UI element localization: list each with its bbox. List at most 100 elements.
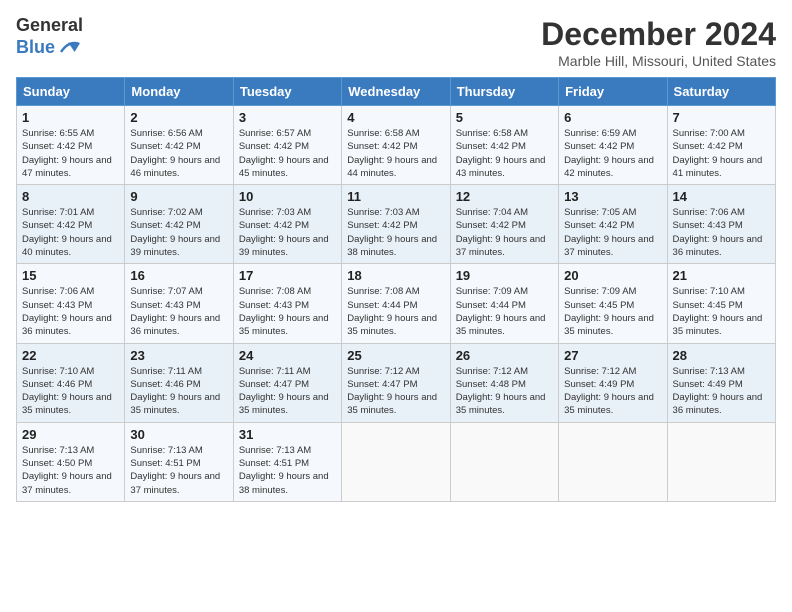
day-number: 16 [130, 268, 227, 283]
calendar-day-cell: 30 Sunrise: 7:13 AM Sunset: 4:51 PM Dayl… [125, 422, 233, 501]
logo-blue-text: Blue [16, 38, 55, 58]
day-info: Sunrise: 7:08 AM Sunset: 4:43 PM Dayligh… [239, 285, 336, 338]
day-info: Sunrise: 7:08 AM Sunset: 4:44 PM Dayligh… [347, 285, 444, 338]
day-info: Sunrise: 7:03 AM Sunset: 4:42 PM Dayligh… [239, 206, 336, 259]
location-text: Marble Hill, Missouri, United States [541, 53, 776, 69]
calendar-day-cell [559, 422, 667, 501]
day-number: 15 [22, 268, 119, 283]
day-number: 18 [347, 268, 444, 283]
day-info: Sunrise: 7:09 AM Sunset: 4:45 PM Dayligh… [564, 285, 661, 338]
calendar-day-cell: 23 Sunrise: 7:11 AM Sunset: 4:46 PM Dayl… [125, 343, 233, 422]
calendar-header-row: SundayMondayTuesdayWednesdayThursdayFrid… [17, 78, 776, 106]
day-info: Sunrise: 7:13 AM Sunset: 4:51 PM Dayligh… [239, 444, 336, 497]
calendar-day-cell: 21 Sunrise: 7:10 AM Sunset: 4:45 PM Dayl… [667, 264, 775, 343]
day-info: Sunrise: 7:03 AM Sunset: 4:42 PM Dayligh… [347, 206, 444, 259]
calendar-day-cell: 19 Sunrise: 7:09 AM Sunset: 4:44 PM Dayl… [450, 264, 558, 343]
calendar-day-cell: 5 Sunrise: 6:58 AM Sunset: 4:42 PM Dayli… [450, 106, 558, 185]
page-header: General Blue December 2024 Marble Hill, … [16, 16, 776, 69]
day-number: 6 [564, 110, 661, 125]
calendar-day-cell: 1 Sunrise: 6:55 AM Sunset: 4:42 PM Dayli… [17, 106, 125, 185]
calendar-day-cell: 12 Sunrise: 7:04 AM Sunset: 4:42 PM Dayl… [450, 185, 558, 264]
day-info: Sunrise: 7:04 AM Sunset: 4:42 PM Dayligh… [456, 206, 553, 259]
logo: General Blue [16, 16, 83, 60]
day-number: 28 [673, 348, 770, 363]
calendar-week-row: 8 Sunrise: 7:01 AM Sunset: 4:42 PM Dayli… [17, 185, 776, 264]
day-number: 10 [239, 189, 336, 204]
calendar-day-cell: 22 Sunrise: 7:10 AM Sunset: 4:46 PM Dayl… [17, 343, 125, 422]
calendar-day-cell: 27 Sunrise: 7:12 AM Sunset: 4:49 PM Dayl… [559, 343, 667, 422]
calendar-day-cell: 2 Sunrise: 6:56 AM Sunset: 4:42 PM Dayli… [125, 106, 233, 185]
day-info: Sunrise: 7:13 AM Sunset: 4:50 PM Dayligh… [22, 444, 119, 497]
day-number: 12 [456, 189, 553, 204]
day-number: 17 [239, 268, 336, 283]
day-info: Sunrise: 6:55 AM Sunset: 4:42 PM Dayligh… [22, 127, 119, 180]
calendar-body: 1 Sunrise: 6:55 AM Sunset: 4:42 PM Dayli… [17, 106, 776, 502]
day-info: Sunrise: 7:11 AM Sunset: 4:47 PM Dayligh… [239, 365, 336, 418]
logo-general-text: General [16, 16, 83, 36]
day-of-week-header: Thursday [450, 78, 558, 106]
day-info: Sunrise: 7:00 AM Sunset: 4:42 PM Dayligh… [673, 127, 770, 180]
day-number: 25 [347, 348, 444, 363]
day-number: 31 [239, 427, 336, 442]
calendar-day-cell [450, 422, 558, 501]
day-info: Sunrise: 7:06 AM Sunset: 4:43 PM Dayligh… [22, 285, 119, 338]
day-number: 19 [456, 268, 553, 283]
calendar-day-cell: 9 Sunrise: 7:02 AM Sunset: 4:42 PM Dayli… [125, 185, 233, 264]
day-info: Sunrise: 7:13 AM Sunset: 4:49 PM Dayligh… [673, 365, 770, 418]
calendar-day-cell: 25 Sunrise: 7:12 AM Sunset: 4:47 PM Dayl… [342, 343, 450, 422]
calendar-day-cell: 17 Sunrise: 7:08 AM Sunset: 4:43 PM Dayl… [233, 264, 341, 343]
logo-icon [57, 36, 81, 60]
day-number: 24 [239, 348, 336, 363]
day-info: Sunrise: 7:10 AM Sunset: 4:46 PM Dayligh… [22, 365, 119, 418]
day-of-week-header: Sunday [17, 78, 125, 106]
day-number: 23 [130, 348, 227, 363]
day-number: 8 [22, 189, 119, 204]
day-of-week-header: Wednesday [342, 78, 450, 106]
calendar-day-cell: 7 Sunrise: 7:00 AM Sunset: 4:42 PM Dayli… [667, 106, 775, 185]
title-section: December 2024 Marble Hill, Missouri, Uni… [541, 16, 776, 69]
calendar-day-cell: 13 Sunrise: 7:05 AM Sunset: 4:42 PM Dayl… [559, 185, 667, 264]
calendar-day-cell: 4 Sunrise: 6:58 AM Sunset: 4:42 PM Dayli… [342, 106, 450, 185]
calendar-day-cell: 18 Sunrise: 7:08 AM Sunset: 4:44 PM Dayl… [342, 264, 450, 343]
day-number: 1 [22, 110, 119, 125]
calendar-day-cell: 11 Sunrise: 7:03 AM Sunset: 4:42 PM Dayl… [342, 185, 450, 264]
day-info: Sunrise: 7:11 AM Sunset: 4:46 PM Dayligh… [130, 365, 227, 418]
day-number: 27 [564, 348, 661, 363]
day-number: 5 [456, 110, 553, 125]
day-info: Sunrise: 7:01 AM Sunset: 4:42 PM Dayligh… [22, 206, 119, 259]
calendar-week-row: 1 Sunrise: 6:55 AM Sunset: 4:42 PM Dayli… [17, 106, 776, 185]
day-number: 13 [564, 189, 661, 204]
calendar-day-cell [667, 422, 775, 501]
day-of-week-header: Tuesday [233, 78, 341, 106]
calendar-week-row: 22 Sunrise: 7:10 AM Sunset: 4:46 PM Dayl… [17, 343, 776, 422]
day-info: Sunrise: 7:13 AM Sunset: 4:51 PM Dayligh… [130, 444, 227, 497]
day-of-week-header: Saturday [667, 78, 775, 106]
calendar-week-row: 15 Sunrise: 7:06 AM Sunset: 4:43 PM Dayl… [17, 264, 776, 343]
day-number: 7 [673, 110, 770, 125]
day-info: Sunrise: 7:10 AM Sunset: 4:45 PM Dayligh… [673, 285, 770, 338]
day-info: Sunrise: 7:02 AM Sunset: 4:42 PM Dayligh… [130, 206, 227, 259]
calendar-day-cell: 8 Sunrise: 7:01 AM Sunset: 4:42 PM Dayli… [17, 185, 125, 264]
day-info: Sunrise: 7:12 AM Sunset: 4:47 PM Dayligh… [347, 365, 444, 418]
day-info: Sunrise: 7:05 AM Sunset: 4:42 PM Dayligh… [564, 206, 661, 259]
day-number: 3 [239, 110, 336, 125]
calendar-table: SundayMondayTuesdayWednesdayThursdayFrid… [16, 77, 776, 502]
day-info: Sunrise: 6:58 AM Sunset: 4:42 PM Dayligh… [347, 127, 444, 180]
day-info: Sunrise: 7:12 AM Sunset: 4:48 PM Dayligh… [456, 365, 553, 418]
calendar-day-cell: 24 Sunrise: 7:11 AM Sunset: 4:47 PM Dayl… [233, 343, 341, 422]
calendar-day-cell: 10 Sunrise: 7:03 AM Sunset: 4:42 PM Dayl… [233, 185, 341, 264]
day-info: Sunrise: 6:58 AM Sunset: 4:42 PM Dayligh… [456, 127, 553, 180]
day-info: Sunrise: 6:57 AM Sunset: 4:42 PM Dayligh… [239, 127, 336, 180]
calendar-day-cell: 31 Sunrise: 7:13 AM Sunset: 4:51 PM Dayl… [233, 422, 341, 501]
day-of-week-header: Friday [559, 78, 667, 106]
calendar-week-row: 29 Sunrise: 7:13 AM Sunset: 4:50 PM Dayl… [17, 422, 776, 501]
calendar-day-cell: 29 Sunrise: 7:13 AM Sunset: 4:50 PM Dayl… [17, 422, 125, 501]
calendar-day-cell: 20 Sunrise: 7:09 AM Sunset: 4:45 PM Dayl… [559, 264, 667, 343]
day-number: 22 [22, 348, 119, 363]
day-number: 30 [130, 427, 227, 442]
day-number: 29 [22, 427, 119, 442]
calendar-day-cell: 6 Sunrise: 6:59 AM Sunset: 4:42 PM Dayli… [559, 106, 667, 185]
day-number: 26 [456, 348, 553, 363]
day-info: Sunrise: 7:07 AM Sunset: 4:43 PM Dayligh… [130, 285, 227, 338]
day-of-week-header: Monday [125, 78, 233, 106]
